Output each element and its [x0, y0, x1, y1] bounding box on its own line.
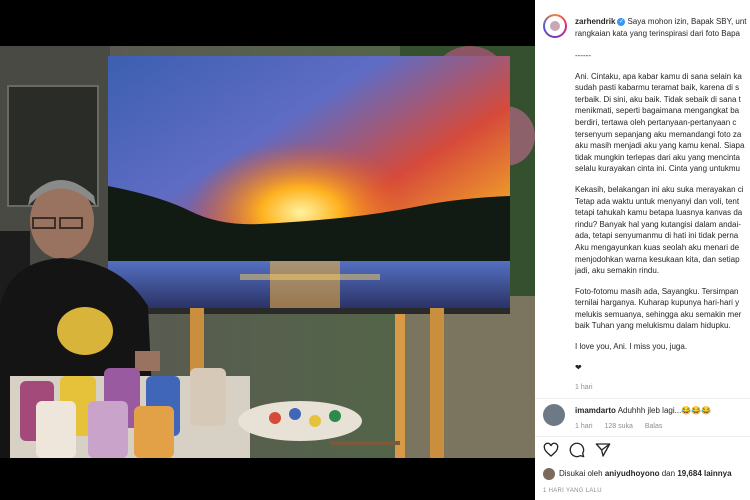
- caption-head: Saya mohon izin, Bapak SBY, unt: [627, 17, 747, 26]
- verified-badge-icon: ✓: [617, 17, 626, 26]
- caption-line: ada, tetapi senyumanmu di hati ini tidak…: [575, 231, 739, 241]
- caption-line: tetapi tahukah kamu betapa luasnya kanva…: [575, 208, 743, 218]
- comment-body: Aduhhh jleb lagi...😂😂😂: [617, 406, 712, 415]
- comment-likes[interactable]: 128 suka: [604, 423, 632, 430]
- post-photo[interactable]: [0, 46, 535, 458]
- caption-intro: zarhendrik ✓ Saya mohon izin, Bapak SBY, u…: [575, 16, 750, 40]
- caption-line: aku masih menjadi aku yang kamu kenal. S…: [575, 141, 745, 151]
- liked-by: Disukai oleh aniyudhoyono dan 19,684 lai…: [543, 468, 732, 480]
- comment-text: imamdarto Aduhhh jleb lagi...😂😂😂: [575, 406, 711, 415]
- post-sidebar: zarhendrik ✓ Saya mohon izin, Bapak SBY, u…: [535, 0, 750, 500]
- liked-by-conjunction: dan: [661, 469, 676, 479]
- caption-paragraph-1: Ani. Cintaku, apa kabar kamu di sana sel…: [575, 71, 750, 175]
- commenter-username[interactable]: imamdarto: [575, 406, 616, 415]
- caption-line: menikmati, seperti bagaimana mengangkat …: [575, 106, 740, 116]
- divider: [535, 398, 750, 399]
- caption-head-2: rangkaian kata yang terinspirasi dari fo…: [575, 29, 740, 38]
- comment-age[interactable]: 1 hari: [575, 423, 593, 430]
- liked-by-others[interactable]: 19,684 lainnya: [677, 469, 731, 478]
- caption-line: Tetap ada waktu untuk menyanyi dan voli,…: [575, 196, 740, 206]
- caption-closing: I love you, Ani. I miss you, juga.: [575, 342, 688, 352]
- liker-avatar[interactable]: [543, 468, 555, 480]
- author-avatar[interactable]: [543, 14, 567, 38]
- caption-line: melukis semuanya, sehingga aku semakin m…: [575, 309, 742, 319]
- post-timestamp[interactable]: 1 HARI YANG LALU: [543, 488, 602, 494]
- caption-heart: ❤: [575, 362, 582, 372]
- caption-body: ------ Ani. Cintaku, apa kabar kamu di s…: [575, 50, 750, 403]
- caption-line: menjodohkan warna kesukaan kita, dan set…: [575, 254, 740, 264]
- caption-line: baik Tuhan yang melukismu dalam hidupku.: [575, 321, 731, 331]
- caption-line: berdiri, tertawa oleh pertanyaan-pertany…: [575, 117, 737, 127]
- caption-line: terbaik. Di sini, aku baik. Tidak sebaik…: [575, 94, 741, 104]
- caption-paragraph-2: Kekasih, belakangan ini aku suka merayak…: [575, 184, 750, 277]
- share-icon[interactable]: [595, 442, 611, 458]
- divider: [535, 436, 750, 437]
- comment-icon[interactable]: [569, 442, 585, 458]
- heart-icon[interactable]: [543, 442, 559, 458]
- commenter-avatar[interactable]: [543, 404, 565, 426]
- comment-item: imamdarto Aduhhh jleb lagi...😂😂😂 1 hari …: [543, 404, 750, 430]
- comment-meta: 1 hari 128 suka Balas: [575, 423, 672, 430]
- post-header: zarhendrik ✓ Saya mohon izin, Bapak SBY, u…: [535, 0, 750, 50]
- caption-line: jadi, aku semakin rindu.: [575, 266, 660, 276]
- caption-line: tersenyum sepanjang aku memandangi foto …: [575, 129, 742, 139]
- caption-line: Aku mengayunkan kuas seolah aku menari d…: [575, 242, 740, 252]
- caption-separator: ------: [575, 51, 591, 60]
- caption-line: selalu kurayakan cinta ini. Cinta yang u…: [575, 164, 740, 174]
- liked-by-prefix: Disukai oleh: [559, 469, 603, 479]
- photo-viewer: [0, 0, 535, 500]
- caption-line: Foto-fotomu masih ada, Sayangku. Tersimp…: [575, 286, 739, 296]
- liked-by-user[interactable]: aniyudhoyono: [605, 469, 660, 478]
- caption-line: tidak mungkin terlepas dari aku yang men…: [575, 152, 740, 162]
- caption-line: Kekasih, belakangan ini aku suka merayak…: [575, 184, 744, 194]
- comment-reply[interactable]: Balas: [645, 423, 663, 430]
- caption-line: rindu? Banyak hal yang kutangisi dalam a…: [575, 219, 741, 229]
- caption-line: sudah pasti kabarmu teramat baik, karena…: [575, 83, 740, 93]
- post-photo-image: [0, 46, 535, 458]
- caption-line: Ani. Cintaku, apa kabar kamu di sana sel…: [575, 71, 742, 81]
- caption-age[interactable]: 1 hari: [575, 382, 750, 394]
- caption-paragraph-3: Foto-fotomu masih ada, Sayangku. Tersimp…: [575, 286, 750, 332]
- author-username[interactable]: zarhendrik: [575, 17, 615, 26]
- caption-line: ternilai harganya. Kuharap kupunya hari-…: [575, 298, 740, 308]
